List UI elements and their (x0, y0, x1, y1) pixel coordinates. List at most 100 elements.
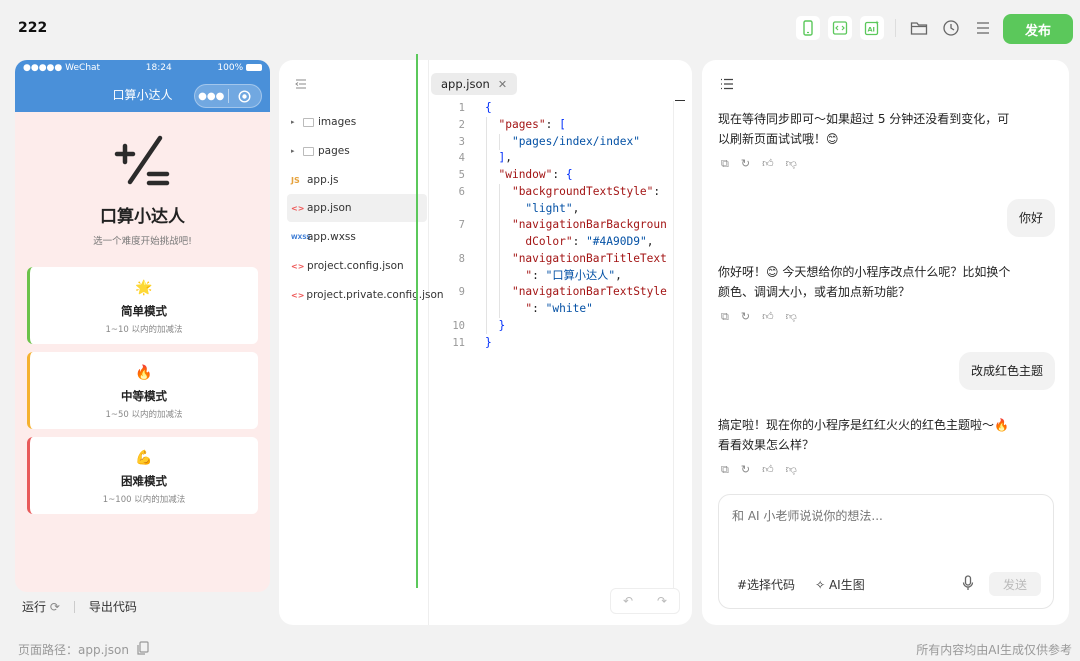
phone-nav-bar: 口算小达人 ●●● (15, 76, 270, 112)
copy-icon[interactable]: ⧉ (721, 463, 729, 477)
toolbar-divider (895, 19, 896, 37)
mode-name: 中等模式 (121, 389, 167, 403)
thumbs-up-icon[interactable]: 👍︎ (762, 157, 774, 171)
chat-input-box: #选择代码 ✧ AI生图 发送 (718, 494, 1054, 609)
thumbs-up-icon[interactable]: 👍︎ (762, 463, 774, 477)
project-name: 222 (18, 20, 48, 36)
status-battery: 100% (217, 63, 262, 73)
top-bar: 222 AI 发布 (0, 0, 1080, 56)
muscle-icon: 💪 (135, 450, 153, 466)
editor-tab-app-json[interactable]: app.json ✕ (431, 73, 518, 95)
run-bar: 运行 ⟳ 导出代码 (22, 598, 137, 615)
json-file-icon: <> (291, 203, 305, 213)
chat-input[interactable] (732, 509, 1032, 523)
page-path: 页面路径：app.json (18, 641, 149, 658)
run-button[interactable]: 运行 ⟳ (22, 598, 60, 615)
message-actions: ⧉ ↻ 👍︎ 👎︎ (721, 463, 797, 477)
regenerate-icon[interactable]: ↻ (741, 157, 750, 171)
mode-desc: 1~100 以内的加减法 (102, 495, 186, 505)
file-tree-item[interactable]: <> project.private.config.json (287, 281, 444, 309)
file-tree: ▸ images ▸ pages JS app.js <> app.json WXSS a… (279, 60, 444, 625)
publish-button[interactable]: 发布 (1003, 14, 1073, 44)
undo-icon[interactable]: ↶ (623, 594, 633, 608)
mode-desc: 1~50 以内的加减法 (105, 410, 183, 420)
send-button[interactable]: 发送 (989, 572, 1041, 596)
folder-icon (303, 146, 314, 156)
phone-icon[interactable] (796, 16, 820, 40)
menu-icon[interactable] (971, 16, 995, 40)
regenerate-icon[interactable]: ↻ (741, 310, 750, 324)
mode-list: 🌟 简单模式 1~10 以内的加减法 🔥 中等模式 1~50 以内的加减法 💪 … (15, 267, 270, 514)
copy-path-icon[interactable] (137, 641, 149, 658)
collapse-sidebar-icon[interactable] (295, 78, 307, 92)
expand-arrow-icon: ▸ (291, 147, 295, 155)
file-tree-item[interactable]: ▸ images (287, 108, 427, 136)
mode-card-easy[interactable]: 🌟 简单模式 1~10 以内的加减法 (27, 267, 258, 344)
copy-icon[interactable]: ⧉ (721, 157, 729, 171)
ai-image-button[interactable]: ✧ AI生图 (815, 576, 865, 593)
file-tree-item[interactable]: <> project.config.json (287, 252, 427, 280)
redo-icon[interactable]: ↷ (657, 594, 667, 608)
copy-icon[interactable]: ⧉ (721, 310, 729, 324)
file-tree-item-active[interactable]: <> app.json (287, 194, 427, 222)
phone-preview: ●●●●● WeChat 18:24 100% 口算小达人 ●●● 口算小达人 … (15, 60, 270, 592)
user-message: 你好 (1006, 199, 1055, 237)
message-actions: ⧉ ↻ 👍︎ 👎︎ (721, 310, 797, 324)
regenerate-icon[interactable]: ↻ (741, 463, 750, 477)
undo-redo-controls: ↶ ↷ (610, 588, 680, 614)
mode-card-medium[interactable]: 🔥 中等模式 1~50 以内的加减法 (27, 352, 258, 429)
expand-arrow-icon: ▸ (291, 118, 295, 126)
thumbs-down-icon[interactable]: 👎︎ (786, 310, 797, 324)
folder-icon (303, 117, 314, 127)
tab-label: app.json (441, 77, 490, 91)
export-code-button[interactable]: 导出代码 (89, 598, 137, 615)
status-carrier: ●●●●● WeChat (23, 63, 101, 73)
mode-desc: 1~10 以内的加减法 (105, 325, 183, 335)
file-tree-item[interactable]: JS app.js (287, 166, 427, 194)
clock-icon[interactable] (939, 16, 963, 40)
close-tab-icon[interactable]: ✕ (498, 78, 507, 91)
select-code-button[interactable]: #选择代码 (737, 576, 795, 593)
input-tools: #选择代码 ✧ AI生图 (737, 576, 865, 593)
more-icon[interactable]: ●●● (195, 91, 228, 102)
ai-disclaimer: 所有内容均由AI生成仅供参考 (916, 643, 1072, 657)
star-icon: 🌟 (135, 280, 153, 296)
svg-text:AI: AI (868, 26, 875, 34)
mode-card-hard[interactable]: 💪 困难模式 1~100 以内的加减法 (27, 437, 258, 514)
phone-status-bar: ●●●●● WeChat 18:24 100% (15, 60, 270, 76)
phone-nav-title: 口算小达人 (112, 87, 173, 102)
chat-list-icon[interactable] (720, 78, 734, 94)
microphone-icon[interactable] (962, 575, 974, 595)
code-icon[interactable] (828, 16, 852, 40)
ai-message: 现在等待同步即可～如果超过 5 分钟还没看到变化，可以刷新页面试试哦！😊 (718, 112, 1010, 146)
app-subtitle: 选一个难度开始挑战吧! (93, 236, 192, 247)
js-file-icon: JS (291, 175, 300, 185)
folder-icon[interactable] (907, 16, 931, 40)
ai-image-icon[interactable]: AI (860, 16, 884, 40)
mode-name: 简单模式 (121, 304, 167, 318)
toolbar: AI (796, 16, 995, 40)
sync-indicator-line (416, 54, 418, 588)
thumbs-down-icon[interactable]: 👎︎ (786, 463, 797, 477)
refresh-icon: ⟳ (49, 600, 60, 614)
code-area[interactable]: 1{ 2 "pages": [ 3 "pages/index/index" 4 … (429, 100, 692, 351)
mode-name: 困难模式 (121, 474, 167, 488)
code-editor-panel: ▸ images ▸ pages JS app.js <> app.json WXSS a… (279, 60, 692, 625)
thumbs-up-icon[interactable]: 👍︎ (762, 310, 774, 324)
file-tree-item[interactable]: ▸ pages (287, 137, 427, 165)
page-path-label: 页面路径：app.json (18, 643, 129, 657)
thumbs-down-icon[interactable]: 👎︎ (786, 157, 797, 171)
json-file-icon: <> (291, 261, 305, 271)
json-file-icon: <> (291, 290, 305, 300)
math-symbol-icon (15, 132, 270, 192)
user-message: 改成红色主题 (958, 352, 1055, 390)
file-tree-item[interactable]: WXSS app.wxss (287, 223, 427, 251)
close-target-icon[interactable] (229, 89, 262, 103)
status-time: 18:24 (145, 63, 172, 73)
ai-message: 你好呀！😊 今天想给你的小程序改点什么呢？比如换个颜色、调调大小，或者加点新功能… (718, 265, 1011, 299)
sparkle-icon: ✧ (815, 578, 826, 592)
mini-program-capsule[interactable]: ●●● (194, 84, 262, 108)
ai-chat-panel: 现在等待同步即可～如果超过 5 分钟还没看到变化，可以刷新页面试试哦！😊 ⧉ ↻ 👍… (702, 60, 1069, 625)
app-title: 口算小达人 (100, 207, 185, 227)
ai-message: 搞定啦！现在你的小程序是红红火火的红色主题啦～🔥看看效果怎么样？ (718, 418, 1009, 452)
